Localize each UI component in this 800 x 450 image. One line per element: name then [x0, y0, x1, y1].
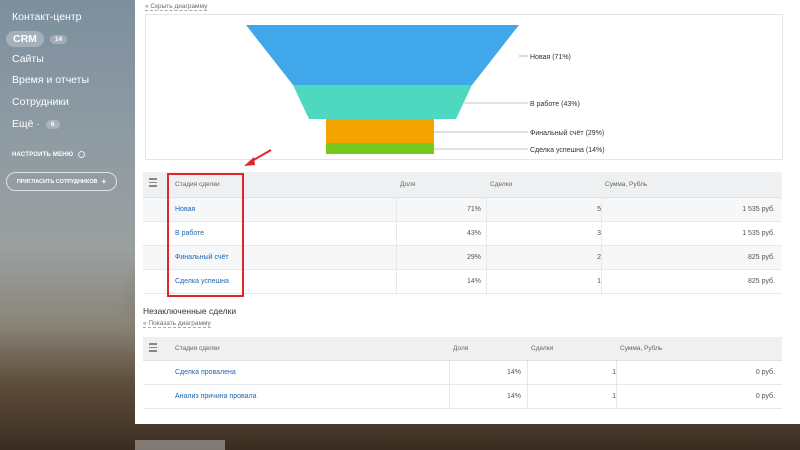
funnel-label-final-invoice: Финальный счёт (29%): [530, 129, 604, 137]
stage-link[interactable]: Сделка провалена: [175, 369, 236, 376]
invite-employees-label: ПРИГЛАСИТЬ СОТРУДНИКОВ: [16, 178, 98, 185]
configure-menu-button[interactable]: НАСТРОИТЬ МЕНЮ: [12, 151, 86, 158]
share-cell: 14%: [506, 393, 521, 400]
share-cell: 43%: [466, 230, 481, 237]
sidebar-item-label: Время и отчеты: [12, 74, 90, 86]
more-counter-badge: 6: [45, 119, 60, 129]
plus-icon: +: [101, 177, 107, 186]
deals-cell: 1: [612, 369, 616, 376]
sidebar-item-label: Ещё ·: [12, 118, 40, 130]
sum-cell: 1 535 руб.: [742, 230, 775, 237]
deals-cell: 3: [597, 230, 601, 237]
sum-cell: 1 535 руб.: [742, 206, 775, 213]
sum-cell: 825 руб.: [748, 278, 775, 285]
column-settings-icon[interactable]: [149, 178, 159, 189]
sidebar-item-label: Контакт-центр: [12, 11, 82, 23]
column-settings-icon[interactable]: [149, 343, 159, 354]
sidebar-item-label: Сотрудники: [12, 96, 69, 108]
bottom-scroll-strip: [135, 440, 225, 450]
header-sum[interactable]: Сумма, Рубль: [605, 181, 647, 188]
gear-icon: [78, 151, 86, 158]
table-header: Стадия сделки Доля Сделки Сумма, Рубль: [143, 337, 782, 361]
sidebar-item-employees[interactable]: Сотрудники: [12, 96, 69, 108]
sidebar-item-crm[interactable]: CRM 14: [6, 31, 68, 47]
stage-link[interactable]: Анализ причина провала: [175, 393, 257, 400]
funnel-svg: Новая (71%) В работе (43%) Финальный счё…: [246, 25, 605, 154]
show-diagram-link[interactable]: « Показать диаграмму: [143, 320, 211, 328]
crm-counter-badge: 14: [49, 34, 68, 44]
sidebar-item-label: Сайты: [12, 53, 44, 65]
funnel-label-in-progress: В работе (43%): [530, 100, 580, 108]
configure-menu-label: НАСТРОИТЬ МЕНЮ: [12, 151, 74, 158]
header-stage[interactable]: Стадия сделки: [175, 345, 220, 352]
unfinished-deals-title: Незаключенные сделки: [143, 306, 237, 316]
header-share[interactable]: Доля: [453, 345, 468, 352]
share-cell: 71%: [466, 206, 481, 213]
funnel-segment-final-invoice: [326, 119, 434, 143]
red-arrow-icon: [244, 149, 272, 166]
deals-cell: 1: [612, 393, 616, 400]
funnel-segment-in-progress: [293, 85, 472, 119]
deals-cell: 5: [597, 206, 601, 213]
sidebar-item-sites[interactable]: Сайты: [12, 53, 44, 65]
highlight-box: [167, 173, 244, 297]
funnel-label-new: Новая (71%): [530, 54, 571, 61]
table-row: Сделка провалена 14% 1 0 руб.: [143, 361, 782, 385]
funnel-segment-success: [326, 143, 434, 154]
hide-diagram-link[interactable]: « Скрыть диаграмму: [145, 3, 208, 11]
sidebar-item-contact-center[interactable]: Контакт-центр: [12, 11, 82, 23]
funnel-segment-new: [246, 25, 519, 85]
funnel-label-success: Сделка успешна (14%): [530, 147, 605, 154]
header-share[interactable]: Доля: [400, 181, 415, 188]
sidebar-item-label: CRM: [6, 31, 44, 47]
share-cell: 14%: [466, 278, 481, 285]
funnel-chart: Новая (71%) В работе (43%) Финальный счё…: [145, 14, 783, 160]
invite-employees-button[interactable]: ПРИГЛАСИТЬ СОТРУДНИКОВ +: [6, 172, 117, 191]
sum-cell: 825 руб.: [748, 254, 775, 261]
header-deals[interactable]: Сделки: [490, 181, 512, 188]
sidebar-item-time-reports[interactable]: Время и отчеты: [12, 74, 89, 86]
failed-deals-table: Стадия сделки Доля Сделки Сумма, Рубль С…: [143, 337, 782, 409]
header-deals[interactable]: Сделки: [531, 345, 553, 352]
sidebar: Контакт-центр CRM 14 Сайты Время и отчет…: [0, 0, 135, 450]
sidebar-item-more[interactable]: Ещё · 6: [12, 118, 60, 130]
deals-cell: 2: [597, 254, 601, 261]
deals-cell: 1: [597, 278, 601, 285]
share-cell: 29%: [466, 254, 481, 261]
header-sum[interactable]: Сумма, Рубль: [620, 345, 662, 352]
sum-cell: 0 руб.: [755, 393, 775, 400]
sum-cell: 0 руб.: [755, 369, 775, 376]
table-row: Анализ причина провала 14% 1 0 руб.: [143, 385, 782, 409]
share-cell: 14%: [506, 369, 521, 376]
